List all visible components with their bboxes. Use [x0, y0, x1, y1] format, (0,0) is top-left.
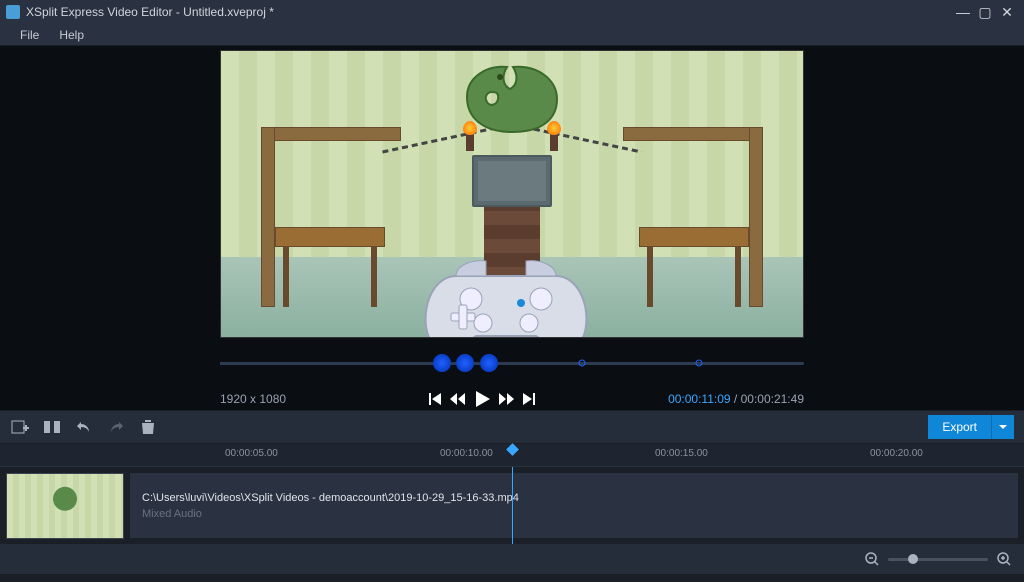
- menu-file[interactable]: File: [10, 28, 49, 42]
- timeline-toolbar: Export: [0, 410, 1024, 444]
- playback-controls: 1920 x 1080 00:00:11:09 / 00:00:21:49: [220, 388, 804, 410]
- forward-button[interactable]: [499, 391, 515, 407]
- resolution-label: 1920 x 1080: [220, 392, 360, 406]
- scene-dragon: [452, 57, 572, 137]
- minimize-button[interactable]: —: [952, 4, 974, 20]
- app-logo-icon: [6, 5, 20, 19]
- close-button[interactable]: ✕: [996, 4, 1018, 21]
- split-clip-button[interactable]: [42, 417, 62, 437]
- window-title: XSplit Express Video Editor - Untitled.x…: [26, 5, 952, 19]
- export-group: Export: [928, 415, 1014, 439]
- ruler-tick: 00:00:10.00: [440, 448, 493, 459]
- redo-button[interactable]: [106, 417, 126, 437]
- undo-button[interactable]: [74, 417, 94, 437]
- ruler-tick: 00:00:05.00: [225, 448, 278, 459]
- video-preview[interactable]: [220, 50, 804, 338]
- time-display: 00:00:11:09 / 00:00:21:49: [604, 392, 804, 406]
- total-time: 00:00:21:49: [741, 392, 804, 406]
- clip-thumbnail[interactable]: [6, 473, 124, 539]
- zoom-in-button[interactable]: [996, 551, 1012, 567]
- export-button[interactable]: Export: [928, 415, 991, 439]
- preview-area: 1920 x 1080 00:00:11:09 / 00:00:21:49: [0, 46, 1024, 410]
- add-media-button[interactable]: [10, 417, 30, 437]
- zoom-out-button[interactable]: [864, 551, 880, 567]
- clip-item[interactable]: C:\Users\luvi\Videos\XSplit Videos - dem…: [130, 473, 1018, 538]
- menu-help[interactable]: Help: [49, 28, 94, 42]
- menu-bar: File Help: [0, 24, 1024, 46]
- ruler-tick: 00:00:20.00: [870, 448, 923, 459]
- clip-path: C:\Users\luvi\Videos\XSplit Videos - dem…: [142, 492, 1006, 504]
- play-button[interactable]: [471, 388, 493, 410]
- timeline-track[interactable]: C:\Users\luvi\Videos\XSplit Videos - dem…: [0, 466, 1024, 544]
- maximize-button[interactable]: ▢: [974, 4, 996, 21]
- skip-end-button[interactable]: [521, 391, 537, 407]
- scene-gallows-left: [261, 127, 401, 307]
- current-time: 00:00:11:09: [668, 392, 731, 406]
- playhead[interactable]: [512, 467, 513, 544]
- rewind-button[interactable]: [449, 391, 465, 407]
- skip-start-button[interactable]: [427, 391, 443, 407]
- scene-gallows-right: [623, 127, 763, 307]
- seek-bar[interactable]: [220, 352, 804, 374]
- ruler-tick: 00:00:15.00: [655, 448, 708, 459]
- zoom-slider[interactable]: [888, 558, 988, 561]
- footer-bar: [0, 544, 1024, 574]
- title-bar: XSplit Express Video Editor - Untitled.x…: [0, 0, 1024, 24]
- clip-audio-label: Mixed Audio: [142, 508, 1006, 520]
- delete-button[interactable]: [138, 417, 158, 437]
- export-dropdown-button[interactable]: [991, 415, 1014, 439]
- gamepad-overlay-icon: [421, 251, 591, 338]
